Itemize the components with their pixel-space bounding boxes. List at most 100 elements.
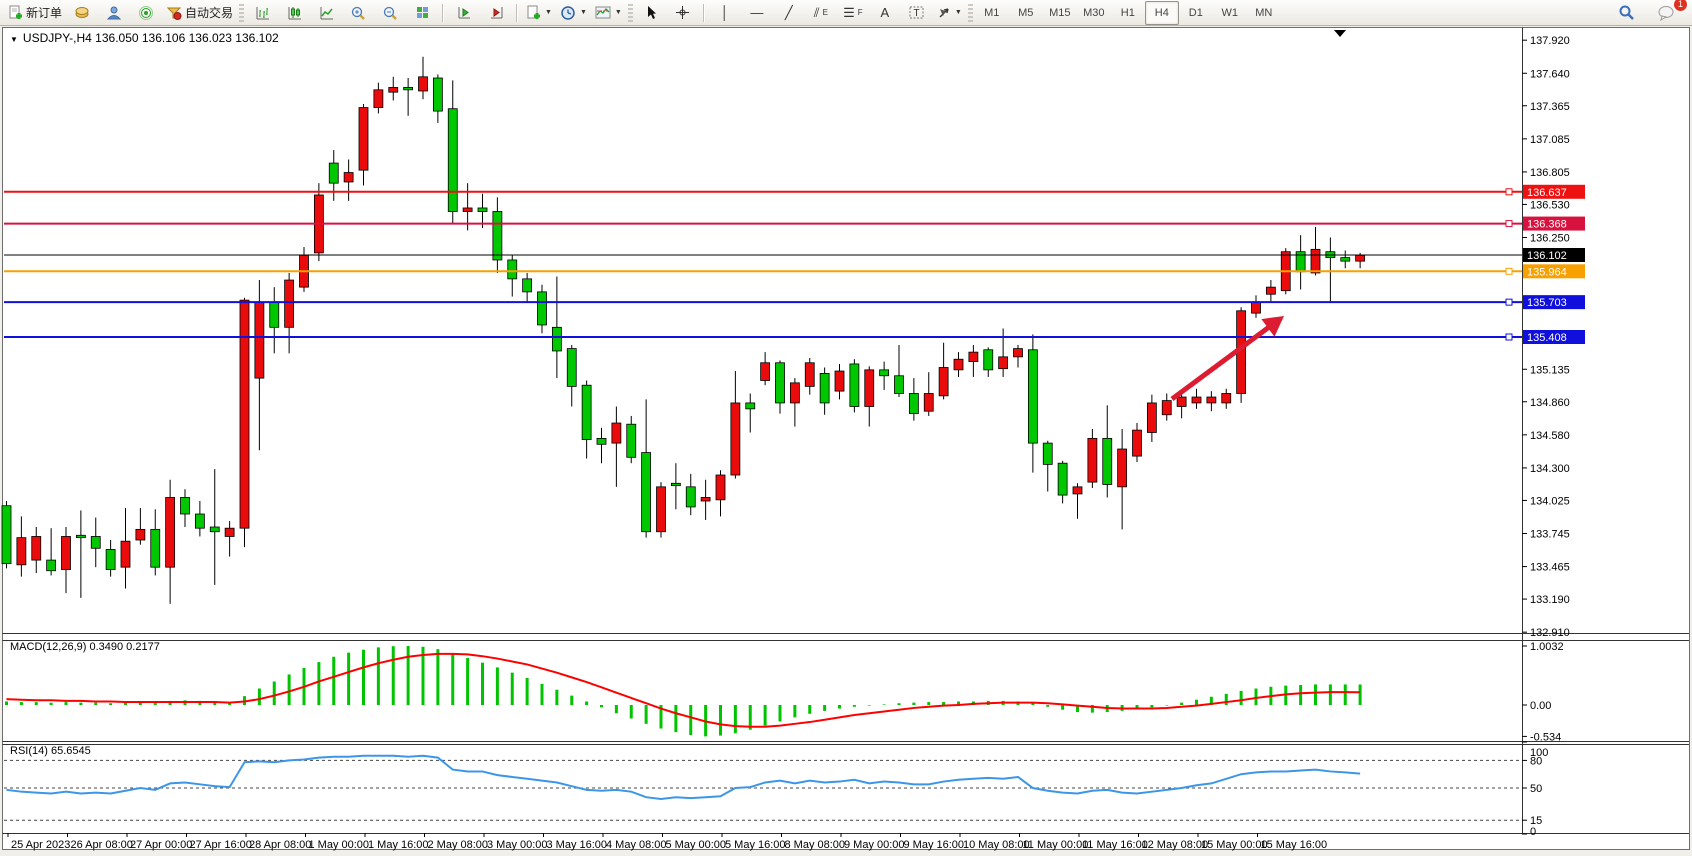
quotes-icon	[74, 5, 90, 20]
macd-tick-label: -0.534	[1530, 731, 1561, 743]
price-tick-label: 133.745	[1530, 529, 1570, 541]
notification-badge: 1	[1673, 0, 1688, 12]
new-chart-icon	[526, 5, 541, 20]
market-watch-button[interactable]	[98, 1, 130, 25]
horizontal-line-icon: —	[750, 6, 763, 19]
time-tick-label: 5 May 00:00	[666, 839, 727, 851]
candle-chart-icon	[287, 5, 302, 20]
tab-timeframe-m1[interactable]: M1	[975, 1, 1009, 25]
tab-timeframe-m5[interactable]: M5	[1009, 1, 1043, 25]
text-icon: A	[881, 6, 890, 19]
vertical-line-button[interactable]: │	[709, 1, 741, 25]
timeframe-buttons: M1M5M15M30H1H4D1W1MN	[975, 1, 1281, 25]
search-icon	[1618, 4, 1635, 21]
rsi-tick-label: 50	[1530, 783, 1542, 795]
time-tick-label: 5 May 16:00	[725, 839, 786, 851]
label-icon: T	[909, 5, 925, 20]
chat-icon	[1657, 5, 1675, 21]
label-button[interactable]: T	[901, 1, 933, 25]
crosshair-icon	[675, 5, 690, 20]
bar-chart-icon	[255, 5, 270, 20]
chart-shift-icon	[489, 5, 504, 20]
market-watch-icon	[106, 5, 122, 20]
price-tick-label: 134.580	[1530, 430, 1570, 442]
periods-button[interactable]: ▼	[556, 1, 591, 25]
chevron-down-icon: ▼	[615, 9, 622, 16]
time-tick-label: 11 May 00:00	[1023, 839, 1089, 851]
time-tick-label: 28 Apr 08:00	[249, 839, 311, 851]
tab-timeframe-d1[interactable]: D1	[1179, 1, 1213, 25]
toolbar-grip[interactable]	[239, 4, 244, 22]
toolbar-grip[interactable]	[968, 4, 973, 22]
zoom-out-button[interactable]	[374, 1, 406, 25]
macd-tick-label: 1.0032	[1530, 641, 1564, 653]
tab-timeframe-h1[interactable]: H1	[1111, 1, 1145, 25]
price-tick-label: 137.365	[1530, 101, 1570, 113]
auto-trading-button[interactable]: 自动交易	[162, 1, 237, 25]
line-chart-icon	[319, 5, 334, 20]
search-button[interactable]	[1610, 1, 1642, 25]
new-order-label: 新订单	[26, 4, 62, 21]
line-handle	[1506, 221, 1512, 227]
price-tick-label: 134.860	[1530, 397, 1570, 409]
toolbar-grip[interactable]	[628, 4, 633, 22]
time-tick-label: 27 Apr 16:00	[190, 839, 252, 851]
line-handle	[1506, 189, 1512, 195]
indicators-button[interactable]: ▼	[591, 1, 626, 25]
price-tick-label: 137.640	[1530, 68, 1570, 80]
line-handle	[1506, 334, 1512, 340]
tab-timeframe-w1[interactable]: W1	[1213, 1, 1247, 25]
time-tick-label: 4 May 08:00	[606, 839, 667, 851]
line-chart-button[interactable]	[310, 1, 342, 25]
chart-shift-button[interactable]	[480, 1, 512, 25]
price-tick-label: 136.250	[1530, 233, 1570, 245]
cursor-button[interactable]	[635, 1, 667, 25]
chat-button[interactable]: 1	[1650, 1, 1682, 25]
new-order-icon	[8, 5, 23, 20]
quotes-button[interactable]	[66, 1, 98, 25]
time-tick-label: 10 May 08:00	[963, 839, 1030, 851]
new-order-button[interactable]: 新订单	[4, 1, 66, 25]
cursor-icon	[644, 5, 658, 20]
zoom-in-button[interactable]	[342, 1, 374, 25]
time-tick-label: 3 May 00:00	[487, 839, 548, 851]
tab-timeframe-h4[interactable]: H4	[1145, 1, 1179, 25]
channel-button[interactable]: ⫽E	[805, 1, 837, 25]
main-toolbar: 新订单 自动交易 ▼ ▼ ▼	[0, 0, 1692, 26]
channel-icon: ⫽	[814, 6, 820, 19]
tile-windows-button[interactable]	[406, 1, 438, 25]
price-tick-label: 137.920	[1530, 35, 1570, 47]
time-tick-label: 15 May 16:00	[1261, 839, 1328, 851]
signals-icon	[138, 5, 154, 20]
periods-icon	[560, 5, 576, 21]
trendline-button[interactable]: ╱	[773, 1, 805, 25]
chart-canvas[interactable]: 137.920137.640137.365137.085136.805136.5…	[0, 0, 1692, 856]
horizontal-line-button[interactable]: —	[741, 1, 773, 25]
price-tag-label: 136.368	[1527, 219, 1567, 231]
tile-windows-icon	[415, 5, 430, 20]
time-tick-label: 8 May 08:00	[785, 839, 846, 851]
tab-timeframe-m15[interactable]: M15	[1043, 1, 1077, 25]
auto-scroll-button[interactable]	[448, 1, 480, 25]
new-chart-button[interactable]: ▼	[522, 1, 556, 25]
candle-chart-button[interactable]	[278, 1, 310, 25]
time-tick-label: 9 May 00:00	[844, 839, 905, 851]
tab-timeframe-mn[interactable]: MN	[1247, 1, 1281, 25]
tab-timeframe-m30[interactable]: M30	[1077, 1, 1111, 25]
price-tick-label: 136.805	[1530, 167, 1570, 179]
price-tick-label: 134.300	[1530, 463, 1570, 475]
macd-tick-label: 0.00	[1530, 700, 1551, 712]
rsi-tick-label: 80	[1530, 755, 1542, 767]
price-tick-label: 133.190	[1530, 594, 1570, 606]
shapes-button[interactable]: ▼	[933, 1, 966, 25]
signals-button[interactable]	[130, 1, 162, 25]
zoom-out-icon	[382, 5, 398, 21]
crosshair-button[interactable]	[667, 1, 699, 25]
fibonacci-button[interactable]: ☰F	[837, 1, 869, 25]
shapes-icon	[937, 6, 951, 20]
bar-chart-button[interactable]	[246, 1, 278, 25]
auto-trading-icon	[166, 5, 182, 20]
text-button[interactable]: A	[869, 1, 901, 25]
line-handle	[1506, 299, 1512, 305]
chart-window	[3, 28, 1690, 850]
